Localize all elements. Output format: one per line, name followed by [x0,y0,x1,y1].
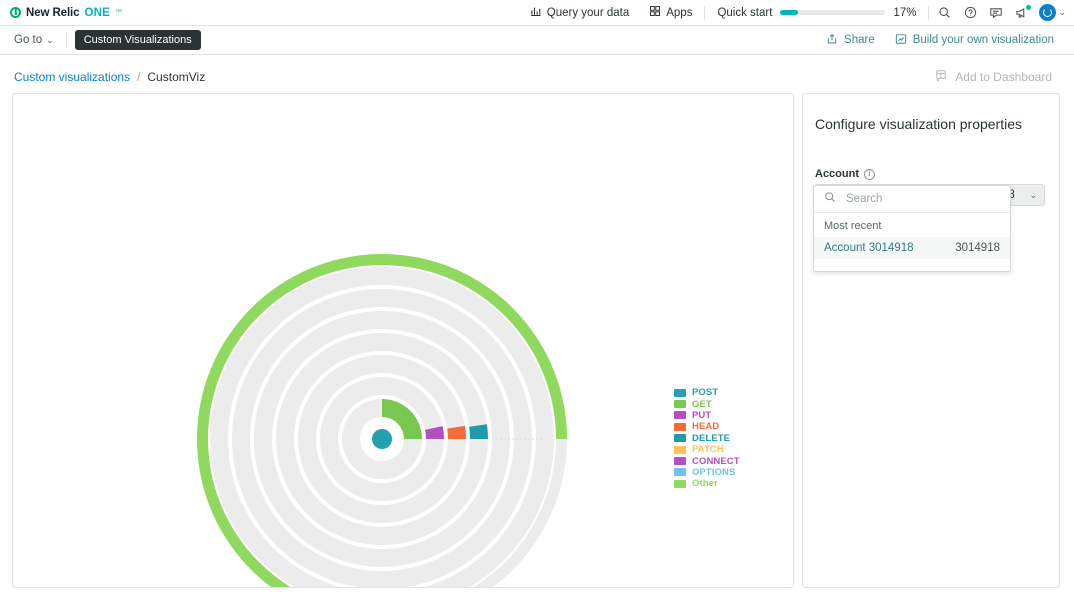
quick-start-percent: 17% [893,6,917,19]
main-content: POST GET PUT HEAD DELETE PATCH CONNECT OPTIONS O… [0,93,1074,593]
brand-newrelic-text: New Relic [26,6,80,19]
radial-chart[interactable] [13,94,793,587]
breadcrumb-current: CustomViz [147,70,206,84]
legend-label: GET [692,398,712,410]
properties-panel: Configure visualization properties Accou… [802,93,1060,588]
search-icon [824,190,836,208]
radial-chart-svg[interactable] [13,94,794,588]
chart-segment-delete[interactable] [469,424,488,439]
properties-title: Configure visualization properties [815,116,1022,132]
build-your-own-visualization-button[interactable]: Build your own visualization [885,33,1064,48]
legend-label: HEAD [692,421,720,433]
info-icon[interactable]: i [864,168,875,180]
legend-label: CONNECT [692,455,740,467]
legend-item-head[interactable]: HEAD [674,421,740,432]
account-label-text: Account [815,168,859,180]
feedback-icon[interactable] [983,0,1009,26]
nav-divider-1 [704,5,706,20]
quick-start-progress-fill [780,10,799,15]
search-input[interactable] [844,192,1000,206]
account-dropdown[interactable]: Most recent Account 3014918 3014918 [813,185,1011,272]
notification-dot [1026,4,1032,10]
legend-swatch-icon [674,411,686,420]
legend-item-options[interactable]: OPTIONS [674,467,740,478]
top-navigation-bar: New Relic ONE ™ Query your data Apps Qui… [0,0,1074,26]
legend-label: POST [692,387,719,399]
legend-item-other[interactable]: Other [674,478,740,489]
topnav-right-group: Query your data Apps Quick start 17% ⌄ [520,0,1066,26]
sub-navigation-bar: Go to ⌄ Custom Visualizations Share Buil… [0,26,1074,55]
dropdown-section-label: Most recent [824,220,882,232]
chevron-down-icon: ⌄ [46,34,54,45]
breadcrumb-separator: / [137,70,141,84]
apps-button[interactable]: Apps [639,0,702,26]
tab-custom-visualizations[interactable]: Custom Visualizations [74,30,201,50]
legend-swatch-icon [674,479,686,488]
brand-trademark: ™ [114,9,122,16]
new-relic-mark-icon [10,7,21,18]
share-label: Share [844,34,875,46]
legend-swatch-icon [674,388,686,397]
legend-swatch-icon [674,422,686,431]
legend-swatch-icon [674,468,686,477]
chevron-down-icon: ⌄ [1029,189,1037,200]
account-field-label: Account i [815,168,1045,180]
apps-label: Apps [666,6,693,19]
account-name: Account 3014918 [824,242,914,254]
dropdown-footer [814,259,1010,271]
share-icon [826,33,838,48]
chevron-down-icon: ⌄ [1058,7,1066,17]
legend-label: DELETE [692,432,731,444]
quick-start-label: Quick start [717,6,773,19]
quick-start-widget[interactable]: Quick start 17% [707,7,926,19]
help-icon[interactable] [957,0,983,26]
list-item[interactable]: Account 3014918 3014918 [814,237,1010,259]
new-relic-logo[interactable]: New Relic ONE ™ [10,7,122,19]
account-id: 3014918 [955,242,1000,254]
nav-divider-2 [928,5,930,20]
chart-icon [895,33,907,48]
search-icon[interactable] [931,0,957,26]
add-to-dashboard-icon [935,69,948,85]
bar-chart-icon [530,5,542,20]
subnav-divider [65,32,67,48]
legend-item-patch[interactable]: PATCH [674,444,740,455]
avatar [1039,4,1057,21]
visualization-panel: POST GET PUT HEAD DELETE PATCH CONNECT OPTIONS O… [12,93,794,588]
account-dropdown-search[interactable] [814,186,1010,213]
megaphone-icon[interactable] [1009,0,1035,26]
legend-item-post[interactable]: POST [674,387,740,398]
query-your-data-button[interactable]: Query your data [520,0,639,26]
legend-swatch-icon [674,400,686,409]
legend-item-put[interactable]: PUT [674,410,740,421]
breadcrumb: Custom visualizations / CustomViz Add to… [0,61,1074,93]
user-avatar-menu[interactable]: ⌄ [1035,4,1066,21]
legend-label: PATCH [692,444,724,456]
grid-icon [649,5,661,20]
brand-one-text: ONE [84,6,110,19]
go-to-label: Go to [14,34,43,46]
breadcrumb-root-link[interactable]: Custom visualizations [14,70,130,84]
query-your-data-label: Query your data [546,6,630,19]
build-label: Build your own visualization [912,34,1054,46]
legend-item-connect[interactable]: CONNECT [674,455,740,467]
legend-swatch-icon [674,445,686,454]
legend-label: Other [692,478,718,490]
share-button[interactable]: Share [816,33,885,48]
chart-legend: POST GET PUT HEAD DELETE PATCH CONNECT OPTIONS O… [674,387,740,490]
chart-center-dot[interactable] [372,429,392,449]
add-to-dashboard-button[interactable]: Add to Dashboard [935,69,1060,85]
legend-item-delete[interactable]: DELETE [674,433,740,444]
go-to-menu[interactable]: Go to ⌄ [14,34,66,46]
legend-swatch-icon [674,434,686,443]
add-to-dashboard-label: Add to Dashboard [955,70,1052,84]
legend-label: PUT [692,409,712,421]
quick-start-progress-track [780,10,886,15]
legend-item-get[interactable]: GET [674,398,740,410]
legend-label: OPTIONS [692,466,736,478]
legend-swatch-icon [674,457,686,466]
